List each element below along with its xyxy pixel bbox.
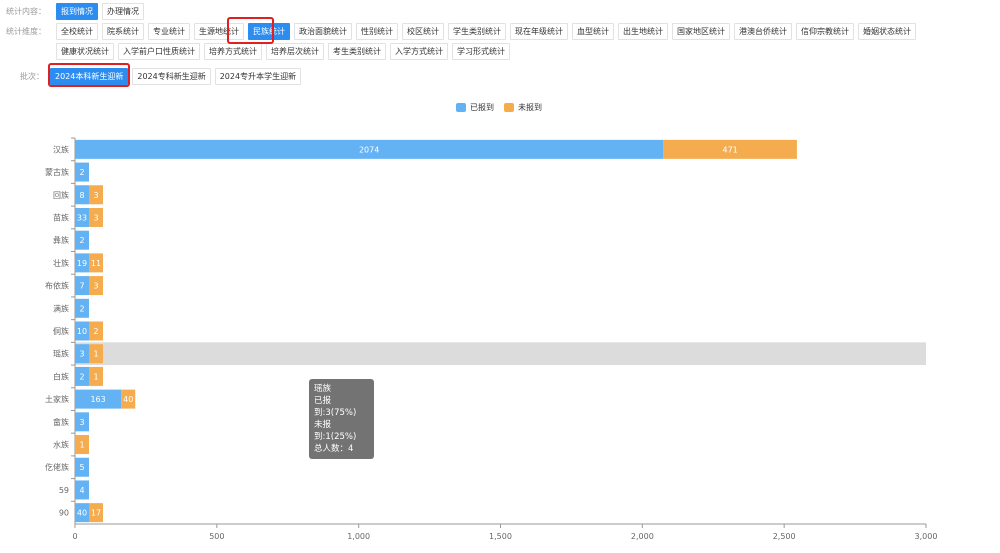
bar-value-label: 5 [79,463,84,472]
y-tick-label: 59 [59,486,69,495]
dimension-option-7[interactable]: 校区统计 [402,23,444,40]
x-tick-label: 2,000 [631,532,654,541]
legend-swatch [456,103,466,112]
bar-value-label: 19 [77,259,87,268]
x-tick-label: 2,500 [773,532,796,541]
filter-options-content: 报到情况 办理情况 [56,3,144,20]
y-tick-label: 汉族 [53,144,69,154]
y-tick-label: 土家族 [45,394,69,404]
chart-legend: 已报到 未报到 [456,102,542,113]
bar-value-label: 17 [91,509,101,518]
bar-value-label: 33 [77,213,87,222]
filter-row-content: 统计内容： 报到情况 办理情况 [6,3,144,20]
dimension-option-1[interactable]: 院系统计 [102,23,144,40]
filter-row-dimension: 统计维度： 全校统计 院系统计 专业统计 生源地统计 民族统计 政治面貌统计 性别统计 校区统… [6,23,916,60]
bar-value-label: 2074 [359,145,379,154]
legend-swatch [504,103,514,112]
y-tick-label: 畲族 [53,417,69,427]
bar-value-label: 2 [79,304,84,313]
y-tick-label: 壮族 [53,258,69,268]
highlight-box-batch [48,63,130,87]
bar-value-label: 4 [79,486,84,495]
y-tick-label: 90 [59,509,69,518]
bar-value-label: 1 [93,372,98,381]
legend-item-1[interactable]: 未报到 [504,102,542,113]
dimension-option-8[interactable]: 学生类别统计 [448,23,506,40]
x-tick-label: 500 [209,532,224,541]
dimension-option-11[interactable]: 出生地统计 [618,23,668,40]
bar-value-label: 40 [123,395,133,404]
dimension-option-19[interactable]: 培养层次统计 [266,43,324,60]
dimension-option-15[interactable]: 婚姻状态统计 [858,23,916,40]
y-tick-label: 瑶族 [53,349,69,359]
dimension-option-18[interactable]: 培养方式统计 [204,43,262,60]
content-option-1[interactable]: 办理情况 [102,3,144,20]
content-option-0[interactable]: 报到情况 [56,3,98,20]
y-tick-label: 苗族 [53,212,69,222]
y-tick-label: 侗族 [53,326,69,336]
bar-value-label: 40 [77,509,87,518]
filter-label-batch: 批次： [20,72,44,81]
bar-value-label: 2 [79,372,84,381]
bar-value-label: 163 [90,395,105,404]
bar-value-label: 8 [79,191,84,200]
bar-value-label: 7 [79,282,84,291]
bar-value-label: 1 [79,441,84,450]
dimension-option-14[interactable]: 信仰宗教统计 [796,23,854,40]
x-tick-label: 0 [72,532,77,541]
bar-value-label: 471 [722,145,737,154]
filter-label-dimension: 统计维度： [6,27,46,36]
y-tick-label: 白族 [53,371,69,381]
y-tick-label: 满族 [53,303,69,313]
batch-option-2[interactable]: 2024专升本学生迎新 [214,68,302,85]
bar-value-label: 1 [93,350,98,359]
tooltip-title: 瑶族 [314,384,332,394]
dimension-option-22[interactable]: 学习形式统计 [452,43,510,60]
dimension-option-16[interactable]: 健康状况统计 [56,43,114,60]
bar-value-label: 3 [93,282,98,291]
x-tick-label: 3,000 [915,532,938,541]
tooltip-reported: 已报到:3(75%) [314,396,357,418]
x-tick-label: 1,000 [347,532,370,541]
bar-value-label: 2 [79,168,84,177]
bar-value-label: 3 [79,350,84,359]
dimension-option-6[interactable]: 性别统计 [356,23,398,40]
legend-label: 未报到 [518,103,542,112]
dimension-option-21[interactable]: 入学方式统计 [390,43,448,60]
dimension-option-13[interactable]: 港澳台侨统计 [734,23,792,40]
tooltip-total: 总人数：4 [314,444,354,454]
ethnicity-bar-chart: 0 500 1,000 1,500 2,000 2,500 3,000汉族 2074 471蒙古… [45,137,938,541]
batch-option-1[interactable]: 2024专科新生迎新 [132,68,211,85]
y-tick-label: 蒙古族 [45,167,69,177]
dimension-option-2[interactable]: 专业统计 [148,23,190,40]
highlight-box-dimension [227,17,274,44]
bar-value-label: 2 [79,236,84,245]
bar-value-label: 2 [93,327,98,336]
bar-value-label: 11 [91,259,101,268]
dimension-option-10[interactable]: 血型统计 [572,23,614,40]
dimension-option-17[interactable]: 入学前户口性质统计 [118,43,200,60]
hover-band [75,342,926,366]
x-tick-label: 1,500 [489,532,512,541]
y-tick-label: 回族 [53,190,69,200]
bar-value-label: 3 [79,418,84,427]
dimension-option-0[interactable]: 全校统计 [56,23,98,40]
bar-value-label: 10 [77,327,87,336]
filter-label-content: 统计内容： [6,7,46,16]
legend-label: 已报到 [470,103,494,112]
y-tick-label: 仡佬族 [45,462,69,472]
y-tick-label: 布依族 [45,281,69,291]
legend-item-0[interactable]: 已报到 [456,102,494,113]
dimension-option-5[interactable]: 政治面貌统计 [294,23,352,40]
dimension-option-20[interactable]: 考生类别统计 [328,43,386,60]
y-tick-label: 彝族 [53,235,69,245]
dimension-option-9[interactable]: 现在年级统计 [510,23,568,40]
chart-tooltip: 瑶族 已报到:3(75%) 未报到:1(25%) 总人数：4 [309,379,374,459]
filter-options-dimension: 全校统计 院系统计 专业统计 生源地统计 民族统计 政治面貌统计 性别统计 校区统计 学生类别统… [56,23,916,60]
bar-value-label: 3 [93,191,98,200]
dimension-option-12[interactable]: 国家地区统计 [672,23,730,40]
y-tick-label: 水族 [53,440,69,450]
tooltip-unreported: 未报到:1(25%) [314,420,357,442]
bar-value-label: 3 [93,213,98,222]
